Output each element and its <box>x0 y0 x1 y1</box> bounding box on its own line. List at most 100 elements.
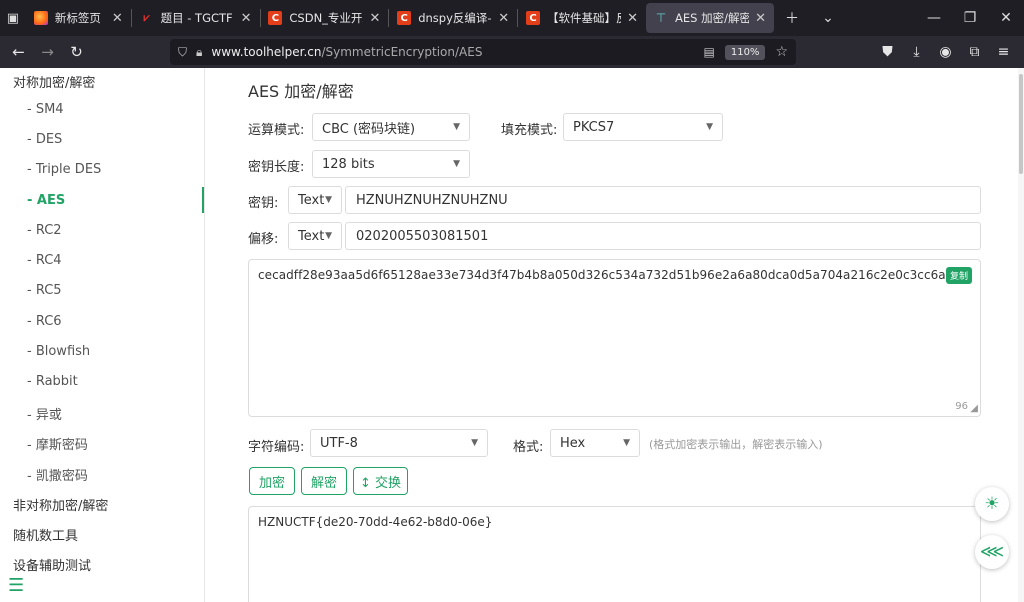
sidebar-item-des[interactable]: - DES <box>27 132 62 147</box>
sidebar-item-morse[interactable]: - 摩斯密码 <box>27 434 88 453</box>
padding-label: 填充模式: <box>501 123 558 138</box>
browser-tab-software[interactable]: C 【软件基础】反编译 ✕ <box>518 0 646 36</box>
csdn-icon: C <box>268 11 283 25</box>
format-select[interactable]: Hex ▼ <box>550 429 640 457</box>
key-input[interactable]: HZNUHZNUHZNUHZNU <box>345 186 981 214</box>
mode-label: 运算模式: <box>248 123 305 138</box>
sidebar-item-blowfish[interactable]: - Blowfish <box>27 344 90 359</box>
plaintext-textarea[interactable]: HZNUCTF{de20-70dd-4e62-b8d0-06e} <box>248 506 981 602</box>
reader-view-icon[interactable]: ▤ <box>704 45 715 59</box>
tab-overview-icon[interactable]: ▣ <box>0 0 26 36</box>
browser-nav-bar: ← → ↻ ⛉ 🔒︎ www.toolhelper.cn/SymmetricEn… <box>0 36 1024 68</box>
browser-tab-dnspy[interactable]: C dnspy反编译- CSDN ✕ <box>389 0 517 36</box>
keylen-label: 密钥长度: <box>248 160 305 175</box>
mode-select-value: CBC (密码块链) <box>322 121 416 137</box>
keylen-select[interactable]: 128 bits ▼ <box>312 150 470 178</box>
iv-type-value: Text <box>298 228 325 244</box>
copy-button[interactable]: 复制 <box>945 267 972 284</box>
caret-down-icon: ▼ <box>453 122 460 132</box>
sidebar-item-aes[interactable]: - AES <box>27 193 65 208</box>
decrypt-button[interactable]: 解密 <box>301 467 347 495</box>
menu-hamburger-icon[interactable]: ≡ <box>989 44 1018 60</box>
iv-input-value: 0202005503081501 <box>356 228 489 244</box>
format-select-value: Hex <box>560 435 586 451</box>
browser-tab-newtab[interactable]: 新标签页 ✕ <box>26 0 131 36</box>
account-icon[interactable]: ◉ <box>931 44 960 60</box>
sidebar-item-sm4[interactable]: - SM4 <box>27 102 64 117</box>
extensions-icon[interactable]: ⧉ <box>960 44 989 60</box>
tab-label: 题目 - TGCTF 2025 <box>160 11 235 25</box>
bookmark-star-icon[interactable]: ☆ <box>775 44 788 60</box>
sidebar: 对称加密/解密 - SM4 - DES - Triple DES - AES -… <box>0 68 205 602</box>
forward-icon[interactable]: → <box>33 43 62 61</box>
download-icon[interactable]: ⤓ <box>902 44 931 60</box>
mode-select[interactable]: CBC (密码块链) ▼ <box>312 113 470 141</box>
browser-tab-csdn[interactable]: C CSDN_专业开发者社区 ✕ <box>260 0 388 36</box>
close-icon[interactable]: ✕ <box>369 11 380 26</box>
new-tab-icon[interactable]: ＋ <box>774 8 810 28</box>
close-icon[interactable]: ✕ <box>627 11 638 26</box>
close-icon[interactable]: ✕ <box>241 11 252 26</box>
close-icon[interactable]: ✕ <box>755 11 766 26</box>
sidebar-item-rc2[interactable]: - RC2 <box>27 223 62 238</box>
menu-toggle-icon[interactable]: ☰ <box>8 575 24 596</box>
share-icon[interactable]: ⋘ <box>975 535 1009 569</box>
browser-tab-bar: ▣ 新标签页 ✕ ⩗ 题目 - TGCTF 2025 ✕ C CSDN_专业开发… <box>0 0 1024 36</box>
charset-select[interactable]: UTF-8 ▼ <box>310 429 488 457</box>
key-input-value: HZNUHZNUHZNUHZNU <box>356 192 508 208</box>
ciphertext-textarea[interactable]: cecadff28e93aa5d6f65128ae33e734d3f47b4b8… <box>248 259 981 417</box>
encrypt-button[interactable]: 加密 <box>249 467 295 495</box>
lock-icon[interactable]: 🔒︎ <box>196 45 202 60</box>
sidebar-category-symmetric[interactable]: 对称加密/解密 <box>13 72 95 91</box>
back-icon[interactable]: ← <box>4 43 33 61</box>
close-icon[interactable]: ✕ <box>498 11 509 26</box>
pocket-icon[interactable]: ⛊ <box>873 44 902 60</box>
close-icon[interactable]: ✕ <box>112 11 123 26</box>
format-hint: (格式加密表示输出，解密表示输入) <box>649 438 823 451</box>
tab-label: CSDN_专业开发者社区 <box>289 11 363 25</box>
caret-down-icon: ▼ <box>325 195 332 205</box>
tab-label: 【软件基础】反编译 <box>547 11 621 25</box>
iv-input[interactable]: 0202005503081501 <box>345 222 981 250</box>
sidebar-item-caesar[interactable]: - 凯撒密码 <box>27 465 88 484</box>
key-type-select[interactable]: Text ▼ <box>288 186 342 214</box>
zoom-badge[interactable]: 110% <box>724 44 766 60</box>
iv-label: 偏移: <box>248 232 279 247</box>
sidebar-item-rc6[interactable]: - RC6 <box>27 314 62 329</box>
shield-icon[interactable]: ⛉ <box>178 45 187 60</box>
iv-type-select[interactable]: Text ▼ <box>288 222 342 250</box>
format-label: 格式: <box>513 440 544 455</box>
browser-tab-tgctf[interactable]: ⩗ 题目 - TGCTF 2025 ✕ <box>132 0 260 36</box>
tab-label: dnspy反编译- CSDN <box>418 11 492 25</box>
sidebar-category-random[interactable]: 随机数工具 <box>13 525 78 544</box>
padding-select-value: PKCS7 <box>573 119 615 135</box>
restore-icon[interactable]: ❐ <box>952 10 988 26</box>
sidebar-item-triple-des[interactable]: - Triple DES <box>27 162 101 177</box>
charset-select-value: UTF-8 <box>320 435 358 451</box>
tab-list-chevron-icon[interactable]: ⌄ <box>810 10 846 26</box>
swap-button[interactable]: ↕ 交换 <box>353 467 408 495</box>
theme-toggle-icon[interactable]: ☀ <box>975 487 1009 521</box>
browser-tab-aes[interactable]: ⊤ AES 加密/解密 - 锤 ✕ <box>646 3 775 33</box>
tab-label: AES 加密/解密 - 锤 <box>675 11 750 25</box>
sidebar-category-asymmetric[interactable]: 非对称加密/解密 <box>13 495 108 514</box>
sidebar-item-rabbit[interactable]: - Rabbit <box>27 374 78 389</box>
reload-icon[interactable]: ↻ <box>62 43 91 61</box>
caret-down-icon: ▼ <box>706 122 713 132</box>
sidebar-item-rc5[interactable]: - RC5 <box>27 283 62 298</box>
sidebar-item-xor[interactable]: - 异或 <box>27 404 62 423</box>
sidebar-item-rc4[interactable]: - RC4 <box>27 253 62 268</box>
key-type-value: Text <box>298 192 325 208</box>
minimize-icon[interactable]: — <box>916 10 952 26</box>
page-scrollbar[interactable] <box>1018 68 1024 602</box>
url-bar[interactable]: ⛉ 🔒︎ www.toolhelper.cn/SymmetricEncrypti… <box>170 39 796 65</box>
caret-down-icon: ▼ <box>325 231 332 241</box>
tab-label: 新标签页 <box>54 11 101 25</box>
padding-select[interactable]: PKCS7 ▼ <box>563 113 723 141</box>
window-close-icon[interactable]: ✕ <box>988 10 1024 26</box>
charset-label: 字符编码: <box>248 440 305 455</box>
resize-grip-icon[interactable]: ◢ <box>970 403 978 414</box>
main-content: AES 加密/解密 运算模式: CBC (密码块链) ▼ 填充模式: PKCS7… <box>206 68 1018 602</box>
scroll-thumb[interactable] <box>1019 74 1023 174</box>
sidebar-category-device[interactable]: 设备辅助测试 <box>13 555 91 574</box>
